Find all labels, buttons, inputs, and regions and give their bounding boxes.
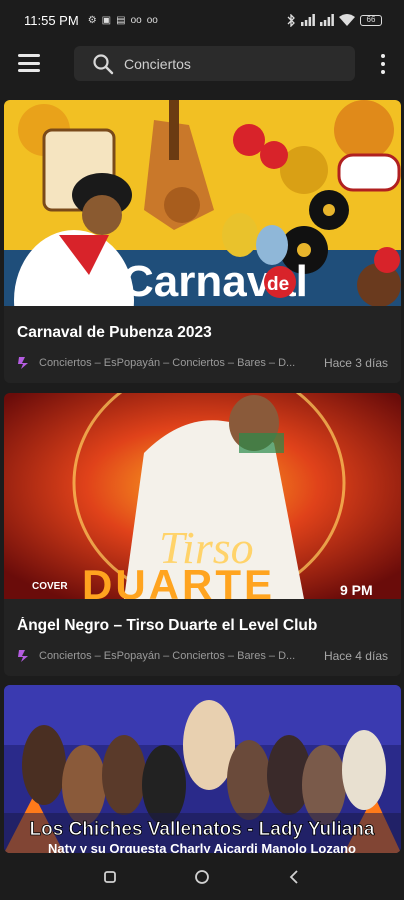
post-image-tirso[interactable]: Tirso DUARTE COVER 9 PM [4,393,401,599]
bluetooth-icon [287,13,295,27]
search-bar[interactable]: Conciertos [74,46,355,81]
image-icon: ▣ [101,14,112,26]
system-nav-bar [0,853,404,900]
status-bar: 11:55 PM ⚙ ▣ ▤ oo oo 66 [0,0,404,40]
chiches-subtitle-text: Naty y su Orquesta Charly Aicardi Manolo… [48,841,356,853]
post-time: Hace 4 días [323,649,388,663]
more-vertical-icon[interactable] [380,54,386,74]
signal-icon [301,14,315,26]
chiches-illustration: Los Chiches Vallenatos - Lady Yuliana Na… [4,685,401,853]
home-circle-icon[interactable] [191,866,213,888]
post-meta: Conciertos – EsPopayán – Conciertos – Ba… [4,649,401,663]
chiches-title-text: Los Chiches Vallenatos - Lady Yuliana [30,819,375,840]
cover-text: COVER [32,581,68,592]
wifi-icon [339,14,355,26]
carnaval-illustration: Carnaval de [4,100,401,306]
search-input[interactable]: Conciertos [124,56,191,72]
status-time: 11:55 PM [24,12,79,28]
hamburger-menu-icon[interactable] [18,54,40,72]
recents-square-icon[interactable] [99,866,121,888]
back-chevron-icon[interactable] [283,866,305,888]
top-bar: Conciertos [0,40,404,90]
gear-icon: ⚙ [87,14,97,26]
de-text: de [267,274,289,295]
post-image-carnaval[interactable]: Carnaval de [4,100,401,306]
post-title[interactable]: Ángel Negro – Tirso Duarte el Level Club [4,617,401,635]
post-meta: Conciertos – EsPopayán – Conciertos – Ba… [4,356,401,370]
search-icon [93,53,114,74]
voicemail-icon: oo [130,14,142,26]
post-time: Hace 3 días [323,356,388,370]
category-icon [18,357,28,369]
post-categories[interactable]: Conciertos – EsPopayán – Conciertos – Ba… [39,650,324,662]
post-categories[interactable]: Conciertos – EsPopayán – Conciertos – Ba… [39,357,324,369]
sim-icon: ▤ [116,14,126,26]
voicemail-icon: oo [146,14,158,26]
tirso-illustration: Tirso DUARTE COVER 9 PM [4,393,401,599]
duarte-text: DUARTE [82,561,275,599]
category-icon [18,650,28,662]
signal-icon [320,14,334,26]
time-text: 9 PM [340,582,373,598]
post-card[interactable]: Carnaval de Carnaval de Pubenza 2023 Con… [4,100,401,383]
post-card[interactable]: Los Chiches Vallenatos - Lady Yuliana Na… [4,685,401,853]
post-image-chiches[interactable]: Los Chiches Vallenatos - Lady Yuliana Na… [4,685,401,853]
battery-icon: 66 [360,14,382,26]
post-title[interactable]: Carnaval de Pubenza 2023 [4,324,401,342]
post-card[interactable]: Tirso DUARTE COVER 9 PM Ángel Negro – Ti… [4,393,401,676]
